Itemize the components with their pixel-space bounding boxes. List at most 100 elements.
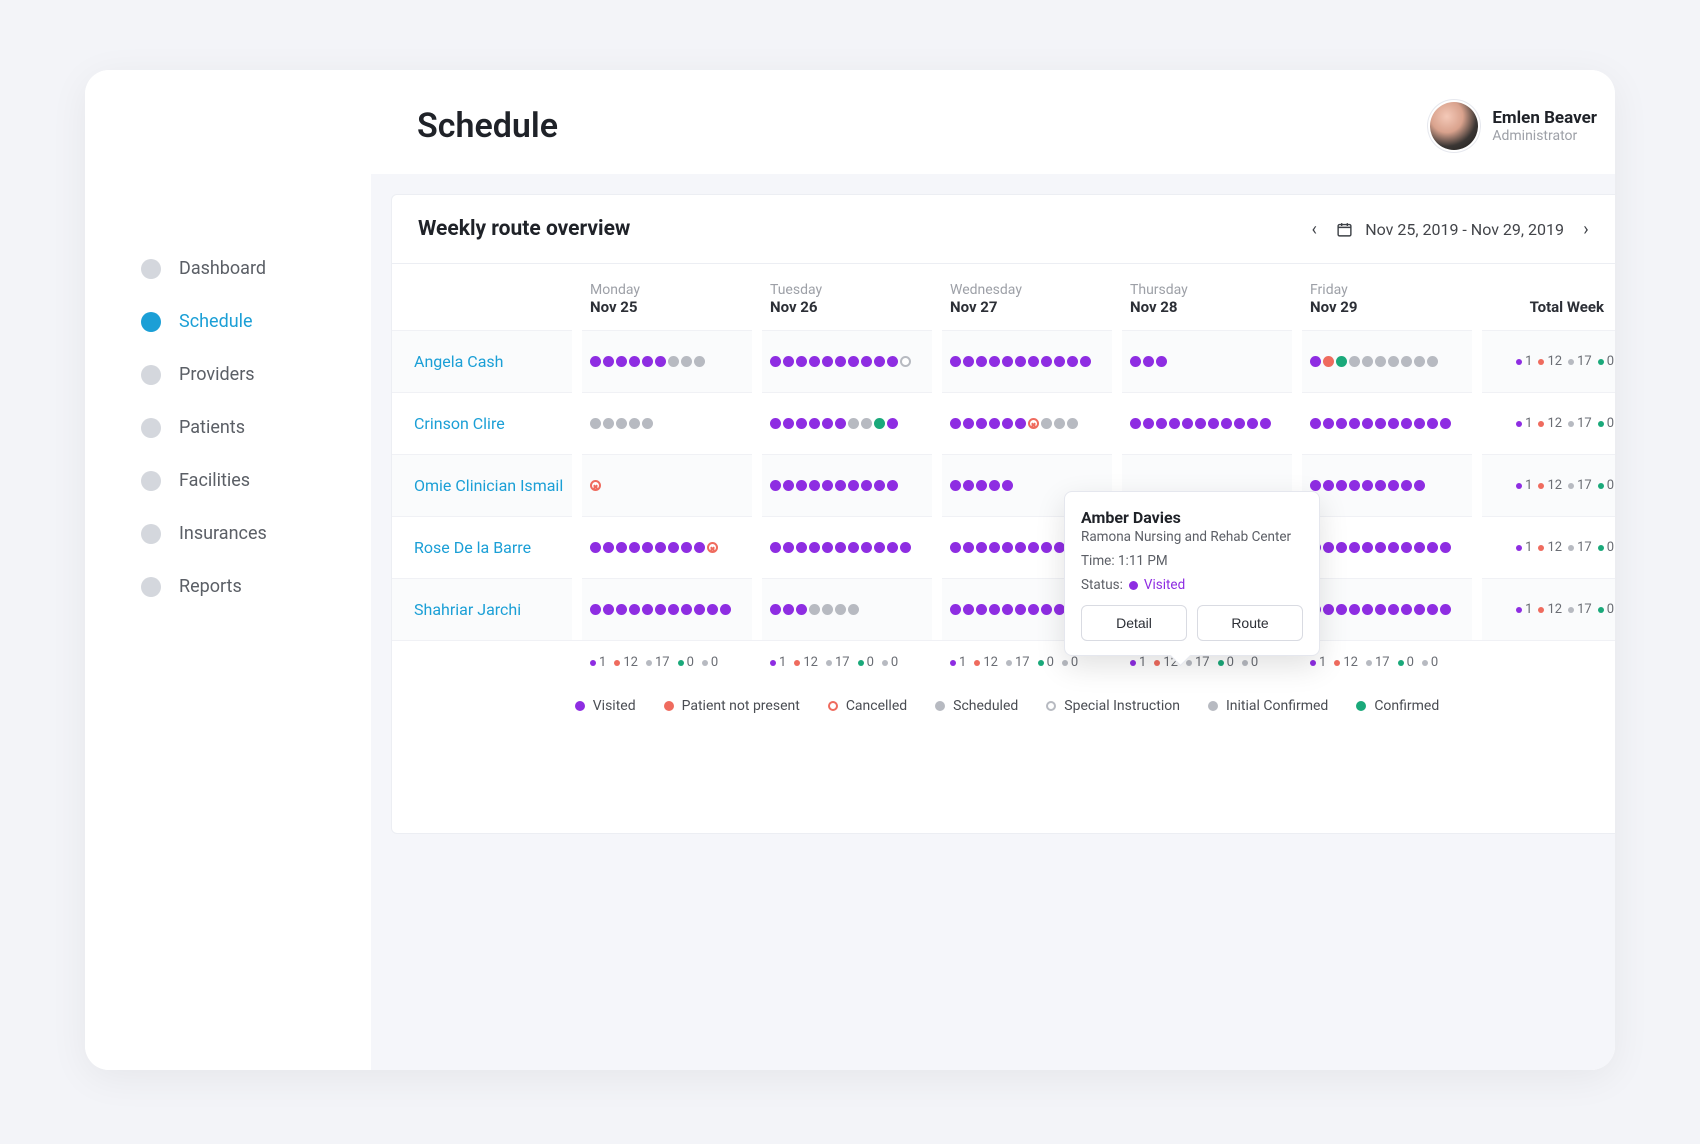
visited-dot[interactable]: [1349, 604, 1360, 615]
visited-dot[interactable]: [1440, 418, 1451, 429]
visited-dot[interactable]: [707, 604, 718, 615]
cancelled-dot[interactable]: [707, 542, 718, 553]
visited-dot[interactable]: [783, 480, 794, 491]
visited-dot[interactable]: [1002, 480, 1013, 491]
visited-dot[interactable]: [976, 480, 987, 491]
visited-dot[interactable]: [900, 542, 911, 553]
sidebar-item-facilities[interactable]: Facilities: [85, 454, 371, 507]
visited-dot[interactable]: [1401, 480, 1412, 491]
scheduled-dot[interactable]: [603, 418, 614, 429]
visited-dot[interactable]: [989, 604, 1000, 615]
visited-dot[interactable]: [655, 542, 666, 553]
scheduled-dot[interactable]: [590, 418, 601, 429]
visited-dot[interactable]: [809, 480, 820, 491]
visited-dot[interactable]: [796, 418, 807, 429]
visited-dot[interactable]: [1015, 418, 1026, 429]
visited-dot[interactable]: [809, 356, 820, 367]
visited-dot[interactable]: [976, 604, 987, 615]
visited-dot[interactable]: [950, 480, 961, 491]
visited-dot[interactable]: [1336, 604, 1347, 615]
visited-dot[interactable]: [1349, 480, 1360, 491]
visited-dot[interactable]: [1388, 418, 1399, 429]
visited-dot[interactable]: [874, 542, 885, 553]
visited-dot[interactable]: [1002, 604, 1013, 615]
visited-dot[interactable]: [783, 604, 794, 615]
provider-link[interactable]: Rose De la Barre: [400, 538, 531, 557]
visited-dot[interactable]: [848, 480, 859, 491]
visited-dot[interactable]: [1028, 604, 1039, 615]
visited-dot[interactable]: [603, 542, 614, 553]
visited-dot[interactable]: [989, 480, 1000, 491]
visited-dot[interactable]: [770, 418, 781, 429]
visited-dot[interactable]: [809, 542, 820, 553]
visited-dot[interactable]: [822, 480, 833, 491]
visited-dot[interactable]: [1041, 542, 1052, 553]
visited-dot[interactable]: [681, 604, 692, 615]
visited-dot[interactable]: [1414, 542, 1425, 553]
visited-dot[interactable]: [822, 542, 833, 553]
scheduled-dot[interactable]: [1362, 356, 1373, 367]
visited-dot[interactable]: [874, 356, 885, 367]
sidebar-item-dashboard[interactable]: Dashboard: [85, 242, 371, 295]
visited-dot[interactable]: [861, 480, 872, 491]
visited-dot[interactable]: [1080, 356, 1091, 367]
visited-dot[interactable]: [1041, 356, 1052, 367]
visited-dot[interactable]: [1349, 418, 1360, 429]
visited-dot[interactable]: [848, 356, 859, 367]
visited-dot[interactable]: [1208, 418, 1219, 429]
scheduled-dot[interactable]: [629, 418, 640, 429]
visited-dot[interactable]: [1427, 542, 1438, 553]
visited-dot[interactable]: [835, 542, 846, 553]
visited-dot[interactable]: [1130, 418, 1141, 429]
visited-dot[interactable]: [1401, 604, 1412, 615]
visited-dot[interactable]: [1130, 356, 1141, 367]
visited-dot[interactable]: [963, 356, 974, 367]
visited-dot[interactable]: [950, 542, 961, 553]
visited-dot[interactable]: [1028, 356, 1039, 367]
date-range-text[interactable]: Nov 25, 2019 - Nov 29, 2019: [1365, 220, 1564, 239]
visited-dot[interactable]: [1221, 418, 1232, 429]
scheduled-dot[interactable]: [848, 418, 859, 429]
scheduled-dot[interactable]: [1401, 356, 1412, 367]
provider-link[interactable]: Crinson Clire: [400, 414, 505, 433]
scheduled-dot[interactable]: [809, 604, 820, 615]
tooltip-route-button[interactable]: Route: [1197, 605, 1303, 641]
visited-dot[interactable]: [861, 542, 872, 553]
visited-dot[interactable]: [1388, 604, 1399, 615]
visited-dot[interactable]: [796, 542, 807, 553]
visited-dot[interactable]: [770, 480, 781, 491]
visited-dot[interactable]: [616, 542, 627, 553]
visited-dot[interactable]: [1440, 604, 1451, 615]
visited-dot[interactable]: [835, 480, 846, 491]
visited-dot[interactable]: [629, 542, 640, 553]
visited-dot[interactable]: [1015, 356, 1026, 367]
visited-dot[interactable]: [1362, 480, 1373, 491]
visited-dot[interactable]: [1401, 418, 1412, 429]
visited-dot[interactable]: [668, 604, 679, 615]
visited-dot[interactable]: [887, 480, 898, 491]
visited-dot[interactable]: [681, 542, 692, 553]
visited-dot[interactable]: [1414, 604, 1425, 615]
provider-link[interactable]: Omie Clinician Ismail: [400, 476, 563, 495]
visited-dot[interactable]: [1323, 604, 1334, 615]
visited-dot[interactable]: [1362, 542, 1373, 553]
visited-dot[interactable]: [1310, 356, 1321, 367]
user-block[interactable]: Emlen Beaver Administrator: [1430, 102, 1597, 150]
visited-dot[interactable]: [1414, 480, 1425, 491]
visited-dot[interactable]: [590, 542, 601, 553]
scheduled-dot[interactable]: [642, 418, 653, 429]
visited-dot[interactable]: [796, 480, 807, 491]
visited-dot[interactable]: [963, 480, 974, 491]
visited-dot[interactable]: [976, 418, 987, 429]
visited-dot[interactable]: [629, 356, 640, 367]
visited-dot[interactable]: [835, 356, 846, 367]
visited-dot[interactable]: [1015, 542, 1026, 553]
cancelled-dot[interactable]: [1028, 418, 1039, 429]
visited-dot[interactable]: [655, 356, 666, 367]
visited-dot[interactable]: [1336, 480, 1347, 491]
visited-dot[interactable]: [1195, 418, 1206, 429]
visited-dot[interactable]: [1143, 418, 1154, 429]
visited-dot[interactable]: [1336, 542, 1347, 553]
visited-dot[interactable]: [616, 356, 627, 367]
scheduled-dot[interactable]: [616, 418, 627, 429]
